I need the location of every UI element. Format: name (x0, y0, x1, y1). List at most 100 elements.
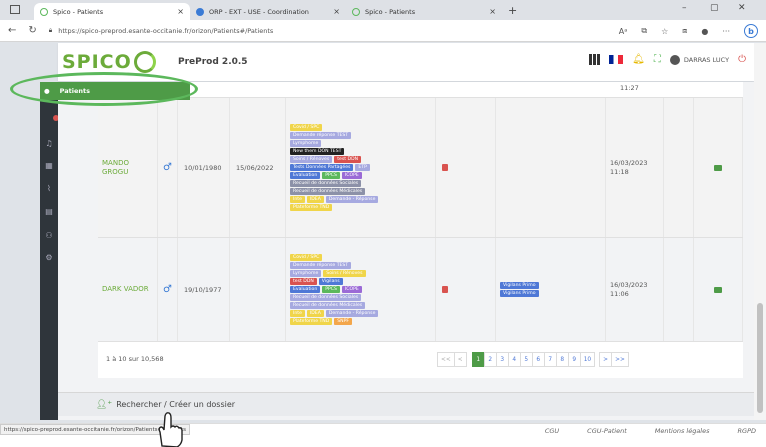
notification-bell-icon[interactable]: 🔔︎ (632, 54, 645, 65)
bing-icon[interactable]: b (744, 24, 758, 38)
tag-line: Evaluation PPCS ICOPE (290, 172, 362, 179)
patient-name[interactable]: DARK VADOR (98, 238, 158, 341)
orp-favicon-icon (196, 7, 204, 16)
tag-line: Covid / SPC (290, 254, 323, 261)
gender-male-icon: ♂ (158, 238, 178, 341)
footer-link[interactable]: CGU-Patient (587, 427, 627, 435)
page-button[interactable]: 10 (579, 352, 596, 367)
logo-swirl-icon (133, 51, 156, 73)
close-tab-icon[interactable]: × (333, 7, 340, 16)
theme-tag[interactable]: IDEA (306, 196, 324, 203)
logout-icon[interactable]: ⏻ (738, 54, 746, 65)
pdf-icon[interactable] (442, 164, 448, 171)
close-tab-icon[interactable]: × (489, 7, 496, 16)
theme-tag[interactable]: Vigilans (318, 278, 343, 285)
page-button[interactable]: < (453, 352, 467, 367)
theme-tag[interactable]: IDEA (306, 310, 324, 317)
entry-date (230, 238, 286, 341)
minimize-icon[interactable]: – (682, 3, 687, 13)
empty-cell (664, 98, 694, 237)
theme-tag[interactable]: Plateforme TND (290, 318, 333, 325)
sidebar-settings-icon[interactable]: ⚙ (44, 254, 54, 262)
theme-tag[interactable]: Demande réponse TEST (290, 262, 352, 269)
alert-tag[interactable]: Vigilans Primo (500, 290, 539, 297)
collections-icon[interactable]: ⧈ (682, 26, 687, 36)
theme-tag[interactable]: Lymphome (290, 140, 322, 147)
close-tab-icon[interactable]: × (177, 7, 184, 16)
theme-tag[interactable]: ICOPE (341, 172, 362, 179)
pdf-icon[interactable] (442, 286, 448, 293)
page-button[interactable]: << (437, 352, 455, 367)
folder-icon[interactable] (714, 286, 722, 293)
vertical-scrollbar[interactable] (754, 43, 766, 420)
footer-link[interactable]: RGPD (738, 427, 756, 435)
theme-tag[interactable]: Soins / Rénoves (323, 270, 366, 277)
read-aloud-icon[interactable]: Aᵃ (619, 27, 628, 36)
theme-tag[interactable]: Recueil de données Médicales (290, 302, 366, 309)
tab-label: Spico - Patients (365, 7, 416, 16)
theme-tag[interactable]: Recueil de données Sociales (290, 294, 362, 301)
favorites-star-icon[interactable]: ☆ (661, 27, 668, 36)
theme-tag[interactable]: Plateforme TND (290, 204, 333, 211)
browser-tab-1[interactable]: Spico - Patients × (34, 3, 190, 20)
url-field[interactable]: 🔒︎ https://spico-preprod.esante-occitani… (49, 26, 274, 35)
url-text: https://spico-preprod.esante-occitanie.f… (58, 26, 274, 35)
theme-tag[interactable]: Inte (290, 310, 305, 317)
theme-tag[interactable]: Evaluation (290, 286, 321, 293)
theme-tag[interactable]: PPCS (322, 172, 340, 179)
sidebar-bell-icon[interactable]: ♫ (44, 140, 54, 148)
apps-grid-icon[interactable] (589, 54, 601, 65)
network-icon[interactable]: ⛶ (654, 54, 661, 65)
sidebar-calendar-icon[interactable]: ▦ (44, 162, 54, 170)
search-create-bar[interactable]: 👤︎⁺ Rechercher / Créer un dossier (58, 392, 754, 416)
new-tab-button[interactable]: + (508, 4, 517, 17)
tag-line: Recueil de données Sociales (290, 180, 362, 187)
tab-search-icon[interactable]: ⧉ (641, 26, 647, 36)
sidebar-item-patients[interactable]: ● Patients (40, 82, 190, 100)
user-menu[interactable]: DARRAS LUCY (669, 54, 729, 65)
theme-tag[interactable]: ICOPE (341, 286, 362, 293)
theme-tag[interactable]: Covid / SPC (290, 254, 323, 261)
theme-tag[interactable]: Tests Données Partagées (290, 164, 354, 171)
sidebar-users-icon[interactable]: ⚇ (44, 232, 54, 240)
theme-tag[interactable]: ETP (355, 164, 370, 171)
browser-tab-2[interactable]: ORP - EXT - USE - Coordination × (190, 3, 346, 20)
theme-tag[interactable]: Evaluation (290, 172, 321, 179)
footer-link[interactable]: Mentions légales (655, 427, 710, 435)
profile-icon[interactable]: ● (701, 27, 708, 36)
scrollbar-thumb[interactable] (757, 303, 763, 413)
theme-tag[interactable]: PPCS (322, 286, 340, 293)
folder-icon[interactable] (714, 164, 722, 171)
theme-tag[interactable]: Inte (290, 196, 305, 203)
back-arrow-icon[interactable]: ← (8, 25, 16, 36)
patient-name[interactable]: MANDO GROGU (98, 98, 158, 237)
theme-tag[interactable]: Demande - Réponse (325, 196, 379, 203)
more-menu-icon[interactable]: ··· (722, 27, 730, 36)
theme-tag[interactable]: New them DON TEST (290, 148, 345, 155)
french-flag-icon[interactable] (609, 55, 624, 64)
theme-tag[interactable]: Recueil de données Sociales (290, 180, 362, 187)
table-row[interactable]: DARK VADOR ♂ 19/10/1977 Covid / SPC Demande … (98, 238, 743, 342)
footer-link[interactable]: CGU (545, 427, 559, 435)
close-window-icon[interactable]: ✕ (738, 3, 746, 13)
table-row[interactable]: MANDO GROGU ♂ 10/01/1980 15/06/2022 Covid / S… (98, 98, 743, 238)
sidebar-chart-icon[interactable]: ⌇ (44, 185, 54, 193)
window-menu-icon[interactable] (10, 5, 20, 14)
theme-tag[interactable]: test DDN (290, 278, 317, 285)
page-button[interactable]: >> (611, 352, 629, 367)
entry-date: 15/06/2022 (230, 98, 286, 237)
theme-tag[interactable]: Demande - Réponse (325, 310, 379, 317)
theme-tag[interactable]: Covid / SPC (290, 124, 323, 131)
maximize-icon[interactable]: ▢ (710, 3, 719, 13)
alert-tag[interactable]: Vigilans Primo (500, 282, 539, 289)
theme-tag[interactable]: Lymphome (290, 270, 322, 277)
theme-tag[interactable]: Recueil de données Médicales (290, 188, 366, 195)
theme-tag[interactable]: Soins / Rénoves (290, 156, 333, 163)
refresh-icon[interactable]: ↻ (28, 25, 36, 36)
theme-tag[interactable]: Demande réponse TEST (290, 132, 352, 139)
theme-tag[interactable]: test DDN (334, 156, 362, 163)
sidebar-table-icon[interactable]: ▤ (44, 208, 54, 216)
spico-logo[interactable]: SPICO (58, 43, 162, 81)
theme-tag[interactable]: SNPF (334, 318, 353, 325)
browser-tab-3[interactable]: Spico - Patients × (346, 3, 502, 20)
